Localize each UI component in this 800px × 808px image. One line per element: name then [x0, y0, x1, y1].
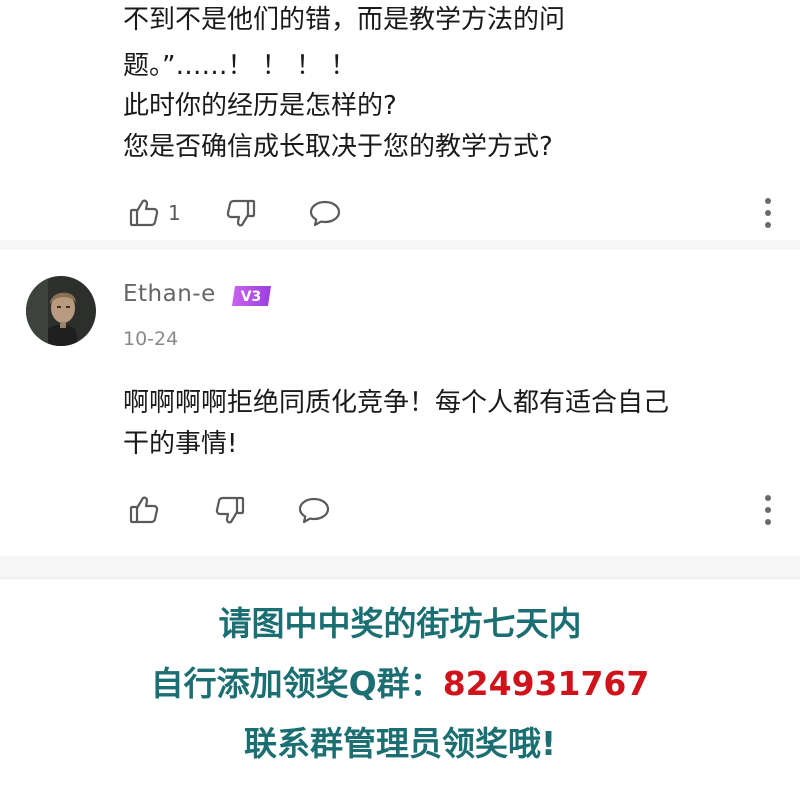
thumb-up-icon: [129, 496, 159, 524]
comment-text-line: 不到不是他们的错，而是教学方法的问: [123, 5, 566, 35]
comment-text-line: 啊啊啊啊拒绝同质化竞争！每个人都有适合自己: [123, 388, 670, 418]
promo-line-2-prefix: 自行添加领奖Q群：: [150, 664, 443, 703]
avatar[interactable]: [26, 276, 96, 346]
comment-date: 10-24: [123, 328, 179, 350]
comment-divider: [0, 240, 800, 250]
comment-actions: [0, 490, 800, 530]
comment-text-line: 干的事情!: [123, 429, 238, 459]
comment-bubble-icon: [298, 497, 330, 524]
like-count: 1: [168, 201, 181, 225]
comment-bubble-icon: [309, 200, 341, 227]
avatar-image: [26, 276, 96, 346]
thumb-up-icon: [129, 199, 159, 227]
promo-banner: 请图中中奖的街坊七天内 自行添加领奖Q群：824931767 联系群管理员领奖哦…: [0, 578, 800, 808]
like-button[interactable]: 1: [128, 193, 181, 233]
promo-line-3: 联系群管理员领奖哦!: [243, 724, 557, 763]
more-options-button[interactable]: [760, 495, 776, 525]
username[interactable]: Ethan-e: [123, 281, 216, 307]
comment-text-line: 题。”……！ ！ ！ ！: [123, 51, 357, 81]
dislike-button[interactable]: [214, 490, 246, 530]
comment-actions: 1: [0, 193, 800, 233]
thumb-down-icon: [215, 496, 245, 524]
thumb-down-icon: [226, 199, 256, 227]
promo-line-2: 自行添加领奖Q群：824931767: [0, 657, 800, 705]
dislike-button[interactable]: [225, 193, 257, 233]
reply-button[interactable]: [308, 193, 342, 233]
like-button[interactable]: [128, 490, 160, 530]
comment-item-1: 不到不是他们的错，而是教学方法的问 题。”……！ ！ ！ ！ 此时你的经历是怎样…: [0, 0, 800, 240]
more-options-button[interactable]: [760, 198, 776, 228]
comment-text-line: 此时你的经历是怎样的?: [123, 91, 397, 121]
qq-group-number: 824931767: [442, 664, 650, 703]
more-vertical-icon: [765, 495, 771, 501]
reply-button[interactable]: [297, 490, 331, 530]
more-vertical-icon: [765, 198, 771, 204]
level-badge: V3: [231, 284, 275, 308]
comment-divider: [0, 556, 800, 578]
level-badge-text: V3: [241, 289, 262, 305]
comment-text-line: 您是否确信成长取决于您的教学方式?: [123, 132, 553, 162]
promo-line-1: 请图中中奖的街坊七天内: [218, 604, 582, 643]
